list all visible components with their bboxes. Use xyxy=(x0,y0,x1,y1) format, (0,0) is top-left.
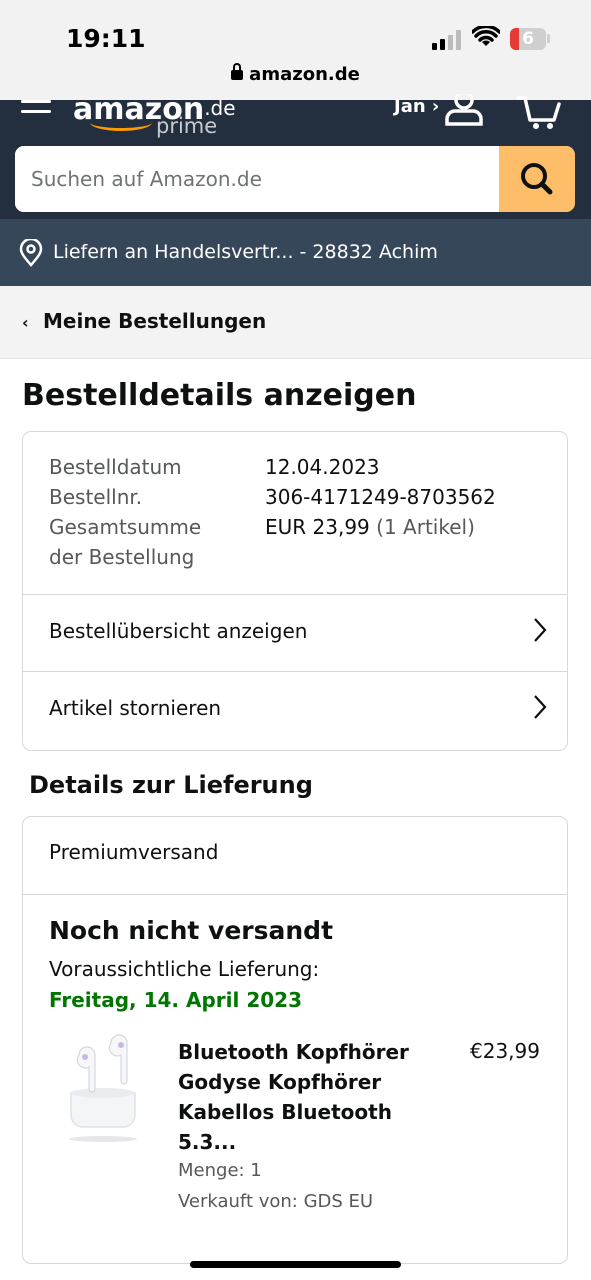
shipping-method: Premiumversand xyxy=(49,840,219,864)
order-overview-label: Bestellübersicht anzeigen xyxy=(49,619,308,643)
clock: 19:11 xyxy=(66,24,146,53)
search-input[interactable] xyxy=(15,146,500,212)
status-bar: 19:11 6 amazon.de xyxy=(0,0,591,100)
divider xyxy=(23,894,567,895)
chevron-right-icon xyxy=(534,618,547,642)
home-indicator[interactable] xyxy=(190,1261,401,1268)
chevron-left-icon: ‹ xyxy=(22,313,29,332)
deliver-to-bar[interactable]: Liefern an Handelsvertr... - 28832 Achim xyxy=(0,219,591,286)
wifi-icon xyxy=(472,26,500,46)
prime-label: prime xyxy=(156,114,218,138)
order-summary-card: Bestelldatum 12.04.2023 Bestellnr. 306-4… xyxy=(22,431,568,751)
logo-smile xyxy=(90,114,152,131)
order-total-amount: EUR 23,99 xyxy=(265,515,370,539)
location-pin-icon xyxy=(19,239,43,267)
order-date-label: Bestelldatum xyxy=(49,455,182,479)
cart-icon[interactable] xyxy=(516,92,564,130)
cancel-items-label: Artikel stornieren xyxy=(49,696,222,720)
search-bar xyxy=(15,146,575,212)
order-date-value: 12.04.2023 xyxy=(265,455,380,479)
lock-icon xyxy=(231,63,244,80)
product-quantity: Menge: 1 xyxy=(178,1160,262,1181)
battery-icon: 6 xyxy=(510,28,546,50)
product-title[interactable]: Bluetooth Kopfhörer Godyse Kopfhörer Kab… xyxy=(178,1037,418,1157)
product-seller: Verkauft von: GDS EU xyxy=(178,1191,374,1212)
order-item-count: (1 Artikel) xyxy=(376,515,475,539)
page-title: Bestelldetails anzeigen xyxy=(22,378,417,413)
url-text: amazon.de xyxy=(249,64,360,85)
eta-date: Freitag, 14. April 2023 xyxy=(49,988,302,1012)
order-total-value: EUR 23,99 (1 Artikel) xyxy=(265,515,475,539)
search-icon xyxy=(521,163,553,195)
order-overview-link[interactable]: Bestellübersicht anzeigen xyxy=(23,594,567,672)
eta-label: Voraussichtliche Lieferung: xyxy=(49,957,320,981)
cellular-signal-icon xyxy=(432,30,461,50)
product-image[interactable] xyxy=(63,1033,143,1145)
search-button[interactable] xyxy=(499,146,575,212)
order-total-label-line2: der Bestellung xyxy=(49,545,195,569)
order-number-label: Bestellnr. xyxy=(49,485,143,509)
breadcrumb[interactable]: ‹ Meine Bestellungen xyxy=(0,286,591,359)
order-number-value: 306-4171249-8703562 xyxy=(265,485,496,509)
delivery-details-heading: Details zur Lieferung xyxy=(29,771,313,799)
cancel-items-link[interactable]: Artikel stornieren xyxy=(23,671,567,749)
product-price: €23,99 xyxy=(470,1039,540,1063)
chevron-right-icon xyxy=(534,695,547,719)
user-icon[interactable] xyxy=(444,94,484,126)
shipment-status: Noch nicht versandt xyxy=(49,916,334,945)
breadcrumb-label: Meine Bestellungen xyxy=(43,309,267,333)
account-link[interactable]: Jan › xyxy=(394,96,439,117)
address-bar[interactable]: amazon.de xyxy=(0,63,591,85)
order-total-label-line1: Gesamtsumme xyxy=(49,515,202,539)
battery-level: 6 xyxy=(522,29,534,49)
delivery-card: Premiumversand Noch nicht versandt Vorau… xyxy=(22,816,568,1264)
menu-icon[interactable] xyxy=(21,100,51,120)
amazon-header: amazon.de prime Jan › xyxy=(0,92,591,219)
deliver-to-text: Liefern an Handelsvertr... - 28832 Achim xyxy=(53,241,438,263)
